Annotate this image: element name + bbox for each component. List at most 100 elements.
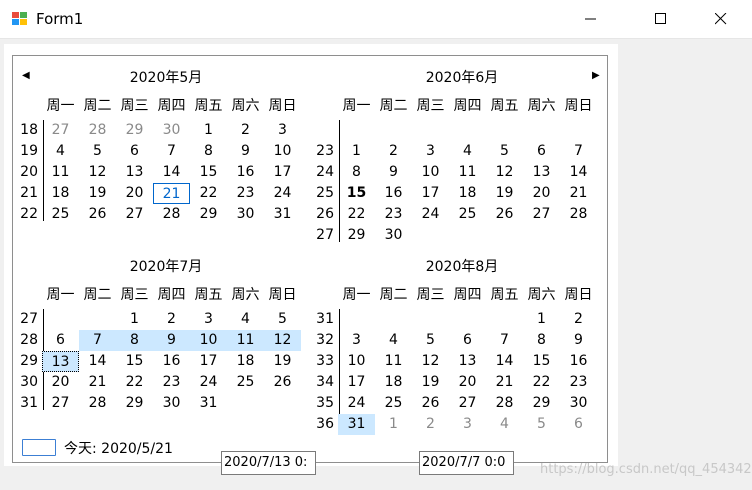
calendar-day[interactable]: 11	[375, 351, 412, 372]
close-button[interactable]	[698, 0, 744, 38]
calendar-day[interactable]: 4	[375, 330, 412, 351]
calendar-day[interactable]: 29	[190, 204, 227, 225]
calendar-day[interactable]: 5	[79, 141, 116, 162]
calendar-day[interactable]: 7	[153, 141, 190, 162]
calendar-day[interactable]: 4	[486, 414, 523, 435]
calendar-day[interactable]: 10	[338, 351, 375, 372]
calendar-day[interactable]: 27	[42, 393, 79, 414]
calendar-day[interactable]: 24	[338, 393, 375, 414]
calendar-day[interactable]: 20	[449, 372, 486, 393]
calendar-day[interactable]: 27	[116, 204, 153, 225]
calendar-day[interactable]: 14	[153, 162, 190, 183]
calendar-day[interactable]: 10	[190, 330, 227, 351]
calendar-day[interactable]: 24	[412, 204, 449, 225]
calendar-day[interactable]: 22	[190, 183, 227, 204]
month-title[interactable]: 2020年8月	[314, 257, 610, 277]
calendar-day[interactable]: 29	[116, 393, 153, 414]
calendar-day[interactable]: 12	[264, 330, 301, 351]
calendar-day[interactable]: 30	[375, 225, 412, 246]
calendar-day[interactable]: 17	[190, 351, 227, 372]
calendar-day[interactable]: 28	[153, 204, 190, 225]
calendar-day[interactable]: 16	[560, 351, 597, 372]
calendar-day[interactable]: 31	[264, 204, 301, 225]
calendar-day[interactable]: 3	[190, 309, 227, 330]
calendar-day[interactable]: 21	[153, 183, 190, 204]
calendar-day[interactable]: 16	[153, 351, 190, 372]
calendar-day[interactable]: 4	[227, 309, 264, 330]
calendar-day[interactable]: 3	[412, 141, 449, 162]
calendar-day[interactable]: 3	[338, 330, 375, 351]
calendar-day[interactable]: 1	[338, 141, 375, 162]
calendar-day[interactable]: 29	[523, 393, 560, 414]
calendar-day[interactable]: 26	[264, 372, 301, 393]
calendar-day[interactable]: 27	[523, 204, 560, 225]
month-title[interactable]: 2020年7月	[18, 257, 314, 277]
calendar-day[interactable]: 25	[375, 393, 412, 414]
calendar-day[interactable]: 16	[375, 183, 412, 204]
calendar-day[interactable]: 13	[42, 351, 79, 372]
calendar-day[interactable]: 31	[190, 393, 227, 414]
calendar-day[interactable]: 6	[523, 141, 560, 162]
calendar-day[interactable]: 12	[412, 351, 449, 372]
calendar-day[interactable]: 9	[560, 330, 597, 351]
month-title[interactable]: 2020年5月	[18, 68, 314, 88]
calendar-day[interactable]: 30	[153, 120, 190, 141]
calendar-day[interactable]: 26	[486, 204, 523, 225]
calendar-day[interactable]: 11	[227, 330, 264, 351]
calendar-day[interactable]: 20	[42, 372, 79, 393]
calendar-day[interactable]: 23	[375, 204, 412, 225]
calendar-day[interactable]: 5	[264, 309, 301, 330]
calendar-day[interactable]: 27	[449, 393, 486, 414]
calendar-day[interactable]: 22	[523, 372, 560, 393]
calendar-day[interactable]: 26	[79, 204, 116, 225]
calendar-day[interactable]: 13	[449, 351, 486, 372]
calendar-day[interactable]: 28	[486, 393, 523, 414]
calendar-day[interactable]: 28	[560, 204, 597, 225]
calendar-day[interactable]: 22	[116, 372, 153, 393]
calendar-day[interactable]: 9	[375, 162, 412, 183]
calendar-day[interactable]: 25	[42, 204, 79, 225]
calendar-day[interactable]: 6	[116, 141, 153, 162]
calendar-day[interactable]: 16	[227, 162, 264, 183]
calendar-day[interactable]: 9	[227, 141, 264, 162]
calendar-day[interactable]: 29	[338, 225, 375, 246]
calendar-day[interactable]: 3	[449, 414, 486, 435]
calendar-day[interactable]: 18	[449, 183, 486, 204]
calendar-day[interactable]: 6	[560, 414, 597, 435]
calendar-day[interactable]: 2	[375, 141, 412, 162]
calendar-day[interactable]: 9	[153, 330, 190, 351]
calendar-day[interactable]: 26	[412, 393, 449, 414]
calendar-day[interactable]: 21	[560, 183, 597, 204]
date-textbox-1[interactable]: 2020/7/13 0:	[221, 451, 316, 475]
maximize-button[interactable]	[638, 0, 684, 38]
calendar-day[interactable]: 15	[116, 351, 153, 372]
calendar-day[interactable]: 18	[42, 183, 79, 204]
month-title[interactable]: 2020年6月	[314, 68, 610, 88]
calendar-day[interactable]: 29	[116, 120, 153, 141]
calendar-day[interactable]: 23	[153, 372, 190, 393]
calendar-day[interactable]: 5	[486, 141, 523, 162]
calendar-day[interactable]: 19	[486, 183, 523, 204]
calendar-day[interactable]: 18	[375, 372, 412, 393]
calendar-day[interactable]: 3	[264, 120, 301, 141]
calendar-day[interactable]: 7	[560, 141, 597, 162]
calendar-day[interactable]: 10	[412, 162, 449, 183]
calendar-day[interactable]: 28	[79, 393, 116, 414]
calendar-day[interactable]: 14	[486, 351, 523, 372]
calendar-day[interactable]: 2	[560, 309, 597, 330]
calendar-day[interactable]: 8	[338, 162, 375, 183]
calendar-day[interactable]: 10	[264, 141, 301, 162]
calendar-day[interactable]: 20	[116, 183, 153, 204]
calendar-day[interactable]: 30	[227, 204, 264, 225]
calendar-day[interactable]: 1	[190, 120, 227, 141]
calendar-day[interactable]: 1	[116, 309, 153, 330]
calendar-day[interactable]: 27	[42, 120, 79, 141]
minimize-button[interactable]	[568, 0, 614, 38]
calendar-day[interactable]: 14	[79, 351, 116, 372]
calendar-day[interactable]: 13	[523, 162, 560, 183]
calendar-day[interactable]: 30	[560, 393, 597, 414]
calendar-day[interactable]: 12	[486, 162, 523, 183]
calendar-day[interactable]: 1	[375, 414, 412, 435]
calendar-day[interactable]: 18	[227, 351, 264, 372]
calendar-day[interactable]: 14	[560, 162, 597, 183]
